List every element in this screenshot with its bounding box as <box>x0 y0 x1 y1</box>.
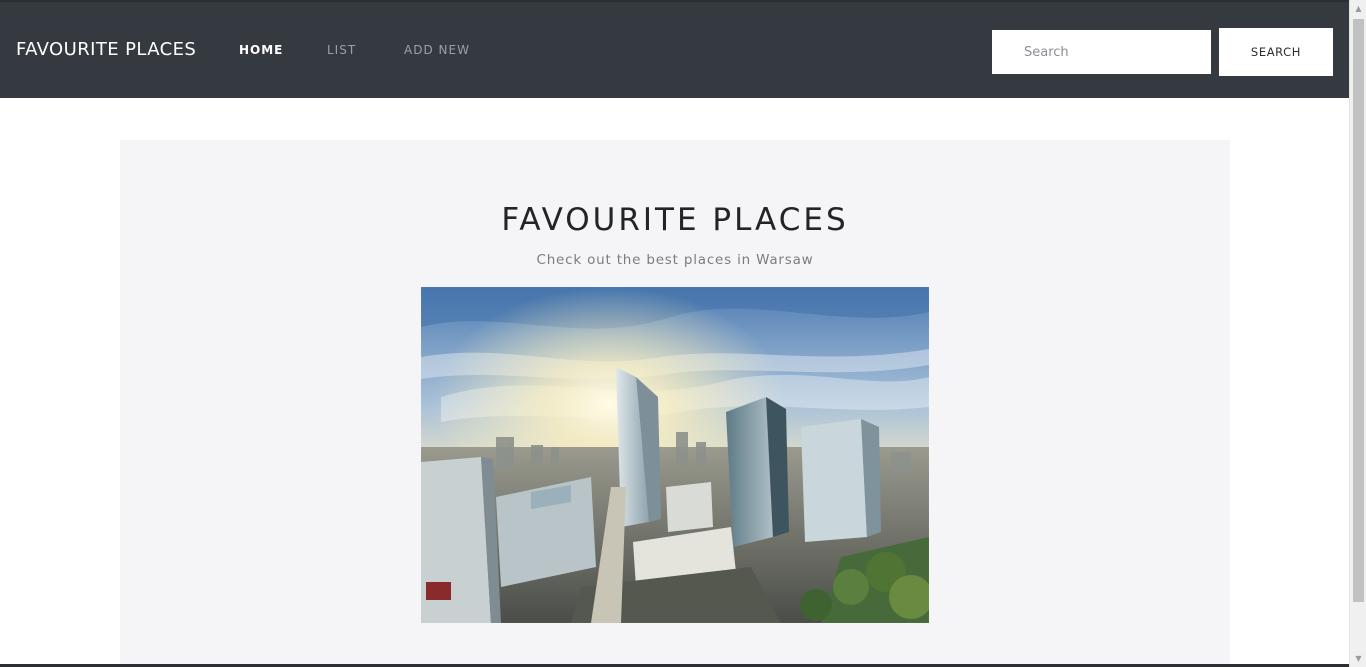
hero-subtitle: Check out the best places in Warsaw <box>536 252 814 268</box>
scroll-down-arrow-icon[interactable]: ▼ <box>1350 650 1366 667</box>
search-button[interactable]: SEARCH <box>1219 28 1333 76</box>
brand-logo[interactable]: FAVOURITE PLACES <box>16 39 196 60</box>
nav-add-new-link[interactable]: ADD NEW <box>404 43 470 57</box>
vertical-scrollbar[interactable]: ▲ ▼ <box>1349 0 1366 667</box>
scrollbar-thumb[interactable] <box>1353 19 1364 602</box>
scroll-up-arrow-icon[interactable]: ▲ <box>1350 0 1366 17</box>
hero-title: FAVOURITE PLACES <box>501 202 849 238</box>
hero-section: FAVOURITE PLACES Check out the best plac… <box>120 140 1230 667</box>
navbar: FAVOURITE PLACES HOME LIST ADD NEW SEARC… <box>0 0 1349 98</box>
page: FAVOURITE PLACES HOME LIST ADD NEW SEARC… <box>0 0 1349 667</box>
nav-home-link[interactable]: HOME <box>239 43 283 57</box>
search-input[interactable] <box>992 30 1211 74</box>
city-skyline-image <box>421 287 929 623</box>
nav-list-link[interactable]: LIST <box>327 43 356 57</box>
city-skyline-illustration <box>421 287 929 623</box>
